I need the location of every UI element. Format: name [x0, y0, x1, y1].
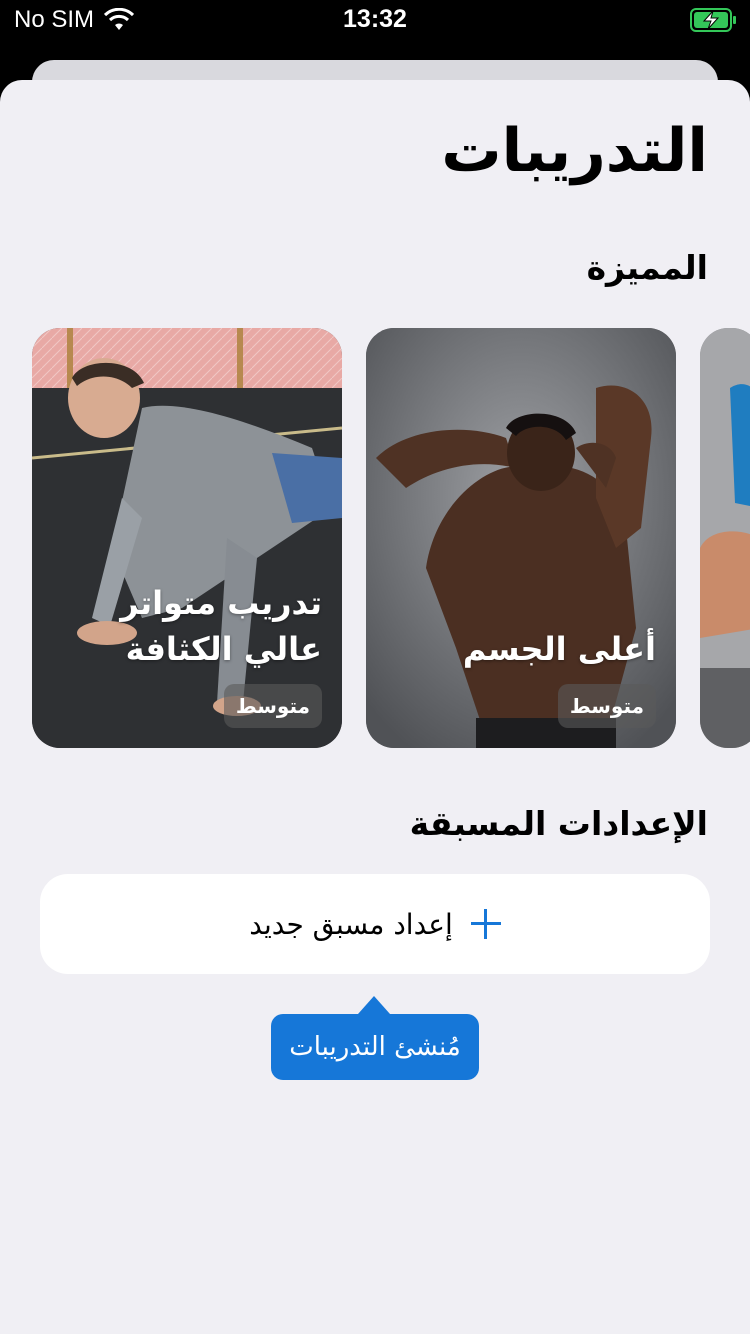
featured-card-hiit[interactable]: تدريب متواتر عالي الكثافة متوسط	[32, 328, 342, 748]
tooltip-arrow	[358, 996, 390, 1014]
difficulty-badge: متوسط	[557, 684, 656, 728]
presets-section-title: الإعدادات المسبقة	[409, 804, 708, 843]
status-bar: No SIM 13:32	[0, 0, 750, 42]
featured-section-title: المميزة	[586, 248, 708, 287]
clock: 13:32	[343, 5, 407, 33]
workout-builder-tooltip[interactable]: مُنشئ التدريبات	[271, 1014, 479, 1080]
featured-card-upper-body[interactable]: أعلى الجسم متوسط	[366, 328, 676, 748]
workout-photo	[700, 328, 750, 748]
plus-icon	[470, 909, 501, 939]
page-title: التدريبات	[441, 116, 708, 186]
featured-card-partial[interactable]	[700, 328, 750, 748]
battery-charging-icon	[690, 8, 736, 32]
workouts-sheet: التدريبات المميزة تدريب متواتر عالي الكث…	[0, 80, 750, 1334]
card-title: أعلى الجسم	[462, 630, 656, 668]
card-title: تدريب متواتر عالي الكثافة	[120, 584, 322, 668]
new-preset-button[interactable]: إعداد مسبق جديد	[40, 874, 710, 974]
new-preset-label: إعداد مسبق جديد	[249, 907, 453, 941]
difficulty-badge: متوسط	[223, 684, 322, 728]
